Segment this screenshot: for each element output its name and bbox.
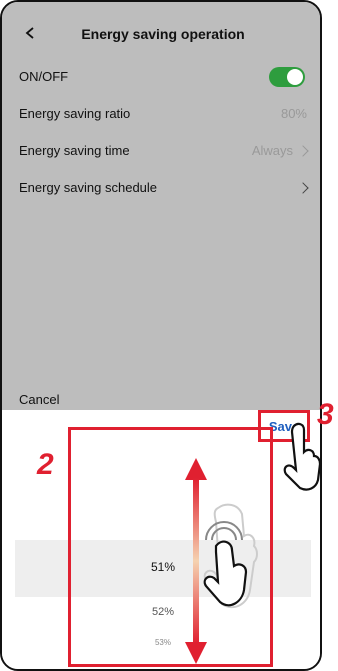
saving-time-value-group: Always [251,143,309,158]
row-saving-time[interactable]: Energy saving time Always [2,132,320,169]
row-on-off[interactable]: ON/OFF [2,58,320,95]
settings-overlay: Energy saving operation ON/OFF Energy sa… [2,2,320,410]
tap-hand-icon [283,422,322,491]
back-icon[interactable] [24,26,38,40]
saving-ratio-value: 80% [280,106,307,121]
on-off-label: ON/OFF [19,69,69,84]
cancel-button[interactable]: Cancel [19,392,59,407]
saving-time-label: Energy saving time [19,143,130,158]
saving-time-value: Always [251,143,293,158]
on-off-toggle[interactable] [269,66,305,87]
swipe-hand-icon [203,503,258,609]
app-header: Energy saving operation [2,12,320,56]
chevron-right-icon [297,181,309,194]
saving-ratio-label: Energy saving ratio [19,106,131,121]
saving-schedule-label: Energy saving schedule [19,180,158,195]
row-saving-ratio[interactable]: Energy saving ratio 80% [2,95,320,132]
chevron-right-icon [297,144,309,157]
row-saving-schedule[interactable]: Energy saving schedule [2,169,320,206]
step-2-callout: 2 [37,448,54,481]
page-title: Energy saving operation [81,26,245,42]
